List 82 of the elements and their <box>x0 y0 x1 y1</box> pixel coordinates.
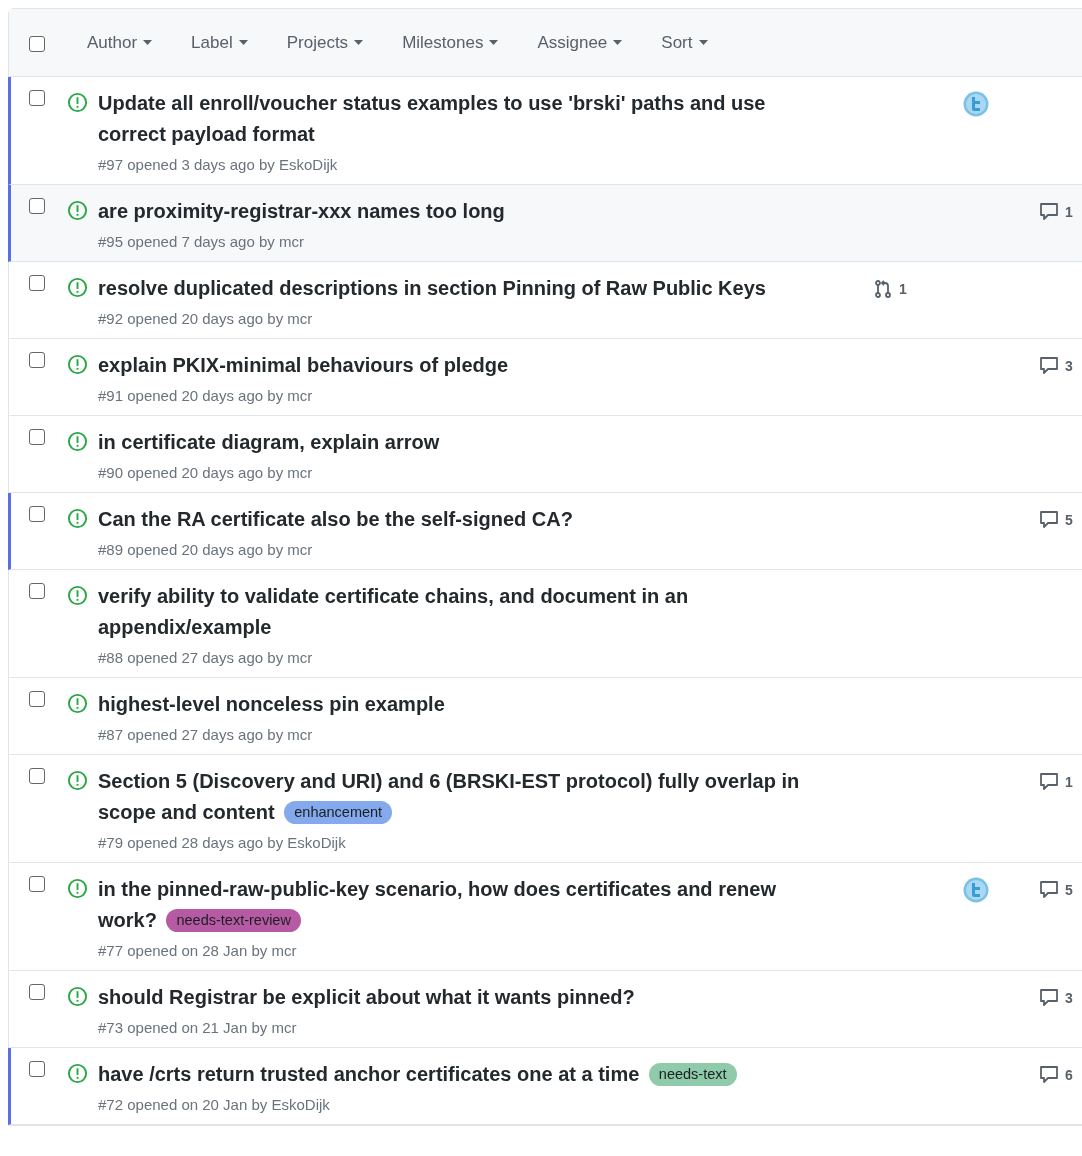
caret-icon <box>613 40 623 45</box>
avatar-icon[interactable] <box>963 877 989 903</box>
open-issue-icon <box>67 693 88 714</box>
issue-label[interactable]: needs-text <box>648 1063 737 1086</box>
open-issue-icon <box>67 770 88 791</box>
issue-title[interactable]: have /crts return trusted anchor certificates one at a time needs-text <box>98 1059 820 1090</box>
open-issue-icon <box>67 585 88 606</box>
issue-title[interactable]: Can the RA certificate also be the self-signed CA? <box>98 504 820 535</box>
comment-icon <box>1039 510 1059 529</box>
open-issue-icon <box>67 878 88 899</box>
issue-meta: #97 opened 3 days ago by EskoDijk <box>98 156 339 174</box>
comment-count[interactable]: 5 <box>1039 504 1082 535</box>
checkbox[interactable] <box>29 198 45 214</box>
issue-label[interactable]: enhancement <box>284 801 393 824</box>
filter-dropdown[interactable]: Author <box>87 32 153 53</box>
comment-count[interactable]: 1 <box>1039 766 1082 797</box>
issue-title[interactable]: Section 5 (Discovery and URI) and 6 (BRSKI-EST protocol) fully overlap in scope and content enhancement <box>98 766 820 828</box>
comment-count[interactable]: 3 <box>1039 350 1082 381</box>
comment-icon <box>1039 356 1059 375</box>
open-issue-icon <box>67 92 88 113</box>
caret-icon <box>143 40 153 45</box>
issue-label[interactable]: needs-text-review <box>166 909 301 932</box>
issue-meta: #91 opened 20 days ago by mcr <box>98 387 314 405</box>
checkbox[interactable] <box>29 583 45 599</box>
checkbox[interactable] <box>29 506 45 522</box>
open-issue-icon <box>67 277 88 298</box>
comment-icon <box>1039 772 1059 791</box>
open-issue-icon <box>67 1063 88 1084</box>
caret-icon <box>489 40 499 45</box>
checkbox[interactable] <box>29 275 45 291</box>
issue-title[interactable]: explain PKIX-minimal behaviours of pledge <box>98 350 820 381</box>
issue-meta: #73 opened on 21 Jan by mcr <box>98 1019 298 1037</box>
caret-icon <box>238 40 248 45</box>
checkbox[interactable] <box>29 768 45 784</box>
checkbox[interactable] <box>29 429 45 445</box>
comment-icon <box>1039 880 1059 899</box>
issue-title[interactable]: in certificate diagram, explain arrow <box>98 427 820 458</box>
comment-count[interactable]: 5 <box>1039 874 1082 905</box>
comment-icon <box>1039 202 1059 221</box>
comment-count[interactable]: 1 <box>1039 196 1082 227</box>
issue-meta: #89 opened 20 days ago by mcr <box>98 541 314 559</box>
issue-meta: #87 opened 27 days ago by mcr <box>98 726 314 744</box>
comment-icon <box>1039 1065 1059 1084</box>
issue-title[interactable]: are proximity-registrar-xxx names too long <box>98 196 820 227</box>
caret-icon <box>354 40 364 45</box>
filter-dropdown[interactable]: Projects <box>286 32 364 53</box>
issue-title[interactable]: highest-level nonceless pin example <box>98 689 820 720</box>
comment-count[interactable]: 6 <box>1039 1059 1082 1090</box>
issue-meta: #92 opened 20 days ago by mcr <box>98 310 314 328</box>
issue-meta: #72 opened on 20 Jan by EskoDijk <box>98 1096 331 1114</box>
linked-pr-count[interactable]: 1 <box>873 273 963 304</box>
checkbox[interactable] <box>29 90 45 106</box>
issue-title[interactable]: Update all enroll/voucher status examples to use 'brski' paths and use correct payload format <box>98 88 820 150</box>
issue-meta: #90 opened 20 days ago by mcr <box>98 464 314 482</box>
filter-dropdown[interactable]: Sort <box>661 32 708 53</box>
checkbox[interactable] <box>29 35 45 52</box>
issue-meta: #77 opened on 28 Jan by mcr <box>98 942 298 960</box>
open-issue-icon <box>67 986 88 1007</box>
issue-title[interactable]: in the pinned-raw-public-key scenario, how does certificates and renew work? needs-text-review <box>98 874 820 936</box>
issue-meta: #88 opened 27 days ago by mcr <box>98 649 314 667</box>
issue-meta: #79 opened 28 days ago by EskoDijk <box>98 834 347 852</box>
checkbox[interactable] <box>29 352 45 368</box>
checkbox[interactable] <box>29 876 45 892</box>
comment-icon <box>1039 988 1059 1007</box>
issue-title[interactable]: resolve duplicated descriptions in section Pinning of Raw Public Keys <box>98 273 820 304</box>
open-issue-icon <box>67 431 88 452</box>
checkbox[interactable] <box>29 691 45 707</box>
issue-title[interactable]: verify ability to validate certificate chains, and document in an appendix/example <box>98 581 820 643</box>
avatar-icon[interactable] <box>963 91 989 117</box>
filter-dropdown[interactable]: Label <box>191 32 248 53</box>
filter-dropdown[interactable]: Assignee <box>537 32 623 53</box>
caret-icon <box>698 40 708 45</box>
filter-dropdown[interactable]: Milestones <box>402 32 499 53</box>
open-issue-icon <box>67 354 88 375</box>
pull-request-icon <box>873 278 893 299</box>
open-issue-icon <box>67 200 88 221</box>
issue-title[interactable]: should Registrar be explicit about what it wants pinned? <box>98 982 820 1013</box>
checkbox[interactable] <box>29 1061 45 1077</box>
open-issue-icon <box>67 508 88 529</box>
issue-meta: #95 opened 7 days ago by mcr <box>98 233 305 251</box>
checkbox[interactable] <box>29 984 45 1000</box>
comment-count[interactable]: 3 <box>1039 982 1082 1013</box>
